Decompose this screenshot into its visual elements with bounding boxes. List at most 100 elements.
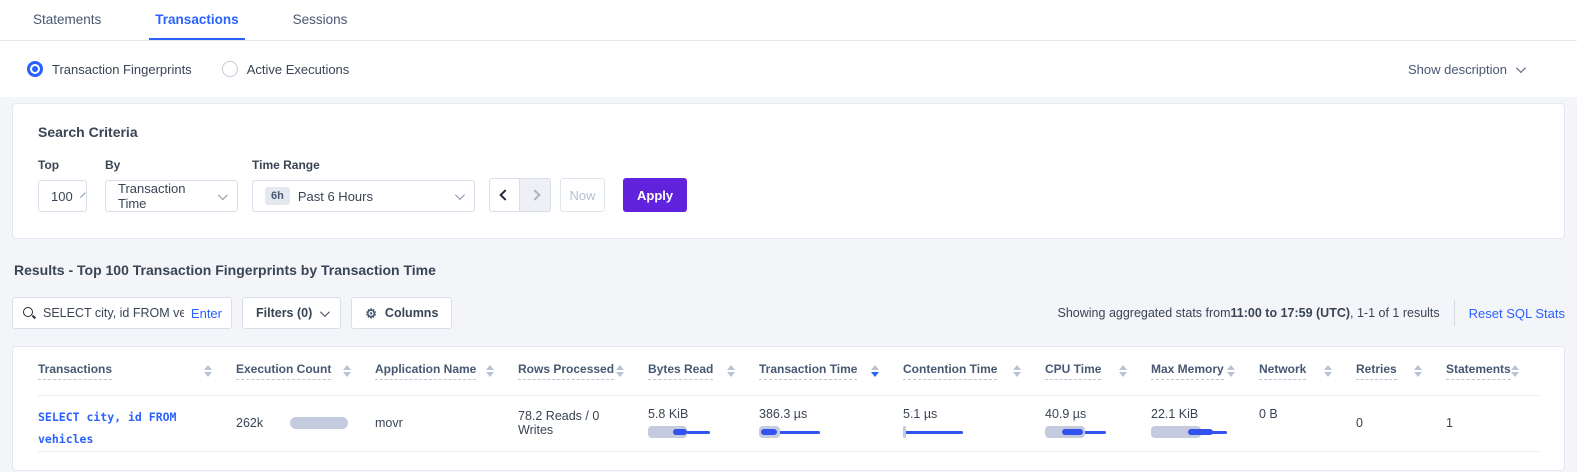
show-description-label: Show description: [1408, 62, 1507, 77]
chevron-down-icon: [218, 190, 228, 200]
top-label: Top: [38, 158, 105, 172]
transaction-fingerprint-link[interactable]: SELECT city, id FROM vehicles: [38, 407, 203, 451]
sort-icon: [727, 365, 735, 377]
time-range-select[interactable]: 6h Past 6 Hours: [252, 180, 475, 212]
cell-transaction: SELECT city, id FROM vehicles: [38, 396, 236, 451]
results-heading: Results - Top 100 Transaction Fingerprin…: [14, 262, 1577, 278]
chevron-down-icon: [455, 190, 465, 200]
cell-max-memory: 22.1 KiB: [1151, 396, 1259, 451]
search-criteria-title: Search Criteria: [38, 124, 1539, 140]
filters-label: Filters (0): [256, 306, 312, 320]
cell-statements: 1: [1446, 396, 1539, 451]
next-time-range-button[interactable]: [520, 178, 551, 212]
aggregated-stats-text: Showing aggregated stats from 11:00 to 1…: [1058, 306, 1440, 320]
columns-label: Columns: [385, 306, 438, 320]
column-header-bytes-read[interactable]: Bytes Read: [648, 347, 759, 395]
column-header-network[interactable]: Network: [1259, 347, 1356, 395]
apply-button[interactable]: Apply: [623, 178, 687, 212]
now-button[interactable]: Now: [560, 178, 605, 212]
by-select-value: Transaction Time: [118, 181, 210, 211]
stats-prefix: Showing aggregated stats from: [1058, 306, 1231, 320]
column-header-transactions[interactable]: Transactions: [38, 347, 236, 395]
cell-retries: 0: [1356, 396, 1446, 451]
divider: [1454, 300, 1455, 326]
column-header-statements[interactable]: Statements: [1446, 347, 1539, 395]
max-memory-bar: [1151, 426, 1259, 438]
gear-icon: ⚙: [365, 307, 377, 320]
by-label: By: [105, 158, 252, 172]
columns-button[interactable]: ⚙ Columns: [351, 297, 452, 329]
table-header-row: Transactions Execution Count Application…: [38, 347, 1539, 396]
results-toolbar: Enter Filters (0) ⚙ Columns Showing aggr…: [12, 297, 1565, 329]
show-description-toggle[interactable]: Show description: [1408, 62, 1523, 77]
radio-active-executions[interactable]: Active Executions: [222, 61, 350, 77]
column-header-max-memory[interactable]: Max Memory: [1151, 347, 1259, 395]
chevron-left-icon: [499, 189, 510, 200]
sort-icon: [616, 365, 624, 377]
cell-contention-time: 5.1 µs: [903, 396, 1045, 451]
cell-bytes-read: 5.8 KiB: [648, 396, 759, 451]
top-select-value: 100: [51, 189, 73, 204]
cell-transaction-time: 386.3 µs: [759, 396, 903, 451]
radio-selected-icon: [27, 61, 43, 77]
cell-network: 0 B: [1259, 396, 1356, 451]
chevron-down-icon: [80, 192, 86, 198]
transaction-time-bar: [759, 426, 903, 438]
contention-time-bar: [903, 426, 1045, 438]
radio-unselected-icon: [222, 61, 238, 77]
stats-suffix: , 1-1 of 1 results: [1350, 306, 1440, 320]
column-header-application-name[interactable]: Application Name: [375, 347, 518, 395]
sort-icon: [1414, 365, 1422, 377]
radio-label: Active Executions: [247, 62, 350, 77]
chevron-right-icon: [529, 189, 540, 200]
tab-statements[interactable]: Statements: [27, 2, 107, 40]
transactions-table: Transactions Execution Count Application…: [12, 346, 1565, 471]
cell-rows-processed: 78.2 Reads / 0 Writes: [518, 396, 648, 451]
previous-time-range-button[interactable]: [489, 178, 520, 212]
column-header-rows-processed[interactable]: Rows Processed: [518, 347, 648, 395]
table-row: SELECT city, id FROM vehicles 262k movr …: [38, 396, 1539, 452]
time-range-value: Past 6 Hours: [298, 189, 373, 204]
column-header-retries[interactable]: Retries: [1356, 347, 1446, 395]
chevron-down-icon: [320, 307, 330, 317]
tab-sessions[interactable]: Sessions: [287, 2, 354, 40]
search-icon: [22, 306, 36, 320]
time-range-arrows: [489, 178, 551, 212]
filters-button[interactable]: Filters (0): [242, 297, 341, 329]
sort-icon: [1227, 365, 1235, 377]
tab-transactions[interactable]: Transactions: [149, 2, 244, 40]
stats-range: 11:00 to 17:59 (UTC): [1231, 306, 1350, 320]
sort-icon: [1511, 365, 1519, 377]
sort-icon: [486, 365, 494, 377]
reset-sql-stats-link[interactable]: Reset SQL Stats: [1469, 306, 1565, 321]
cell-execution-count: 262k: [236, 396, 375, 451]
cpu-time-bar: [1045, 426, 1151, 438]
time-range-badge: 6h: [265, 187, 290, 205]
bytes-read-bar: [648, 426, 759, 438]
cell-application-name: movr: [375, 396, 518, 451]
sort-icon: [1324, 365, 1332, 377]
view-toggle-bar: Transaction Fingerprints Active Executio…: [0, 41, 1577, 97]
sort-icon: [204, 365, 212, 377]
enter-hint[interactable]: Enter: [191, 306, 222, 321]
search-input[interactable]: [43, 306, 184, 320]
column-header-contention-time[interactable]: Contention Time: [903, 347, 1045, 395]
chevron-down-icon: [1516, 63, 1526, 73]
column-header-transaction-time[interactable]: Transaction Time: [759, 347, 903, 395]
radio-label: Transaction Fingerprints: [52, 62, 192, 77]
column-header-cpu-time[interactable]: CPU Time: [1045, 347, 1151, 395]
sort-icon: [1119, 365, 1127, 377]
sort-icon: [343, 365, 351, 377]
by-select[interactable]: Transaction Time: [105, 180, 238, 212]
top-select[interactable]: 100: [38, 180, 87, 212]
sort-desc-icon: [871, 365, 879, 377]
search-box[interactable]: Enter: [12, 297, 232, 329]
search-criteria-panel: Search Criteria Top 100 By Transaction T…: [12, 103, 1565, 239]
execution-count-bar: [290, 417, 348, 429]
sort-icon: [1013, 365, 1021, 377]
column-header-execution-count[interactable]: Execution Count: [236, 347, 375, 395]
tab-bar: Statements Transactions Sessions: [0, 0, 1577, 41]
time-range-label: Time Range: [252, 158, 475, 172]
radio-transaction-fingerprints[interactable]: Transaction Fingerprints: [27, 61, 192, 77]
cell-cpu-time: 40.9 µs: [1045, 396, 1151, 451]
